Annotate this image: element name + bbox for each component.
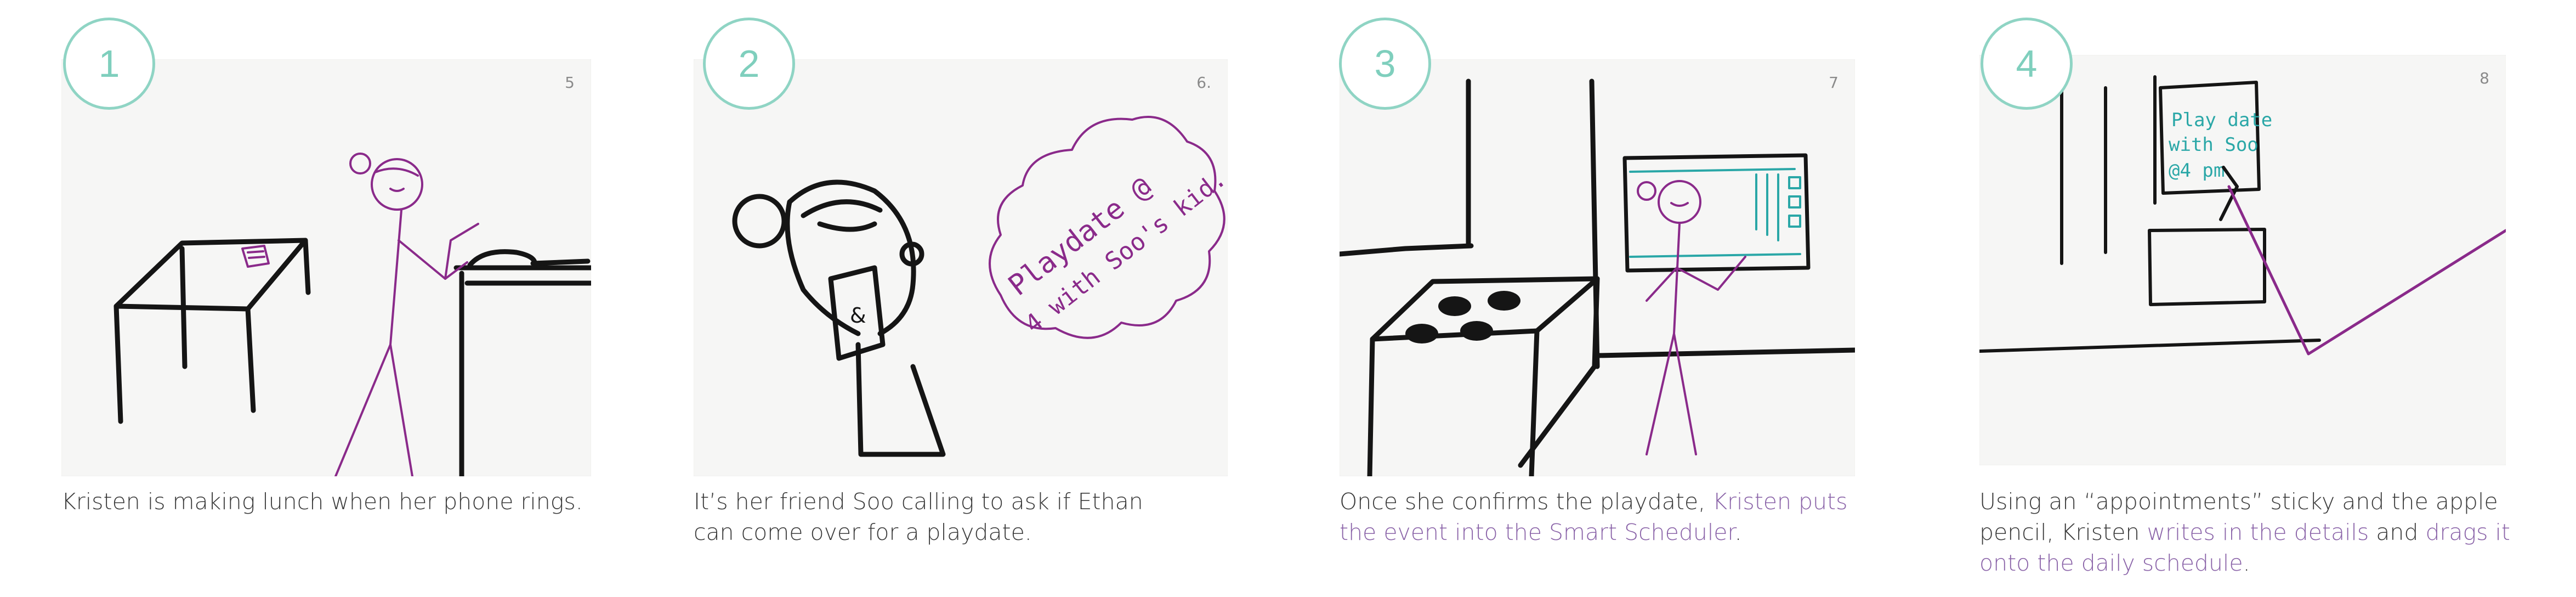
page-mark: 5 — [565, 74, 575, 92]
phone-mark: & — [850, 303, 866, 328]
sticky-line-2: with Soo — [2169, 134, 2259, 156]
page-mark: 6. — [1196, 74, 1211, 92]
storyboard-panel-3: 7 3 Once she confirms the playdate, Kris… — [1308, 0, 1856, 597]
panel-caption: Using an “appointments” sticky and the a… — [1979, 486, 2561, 578]
sticky-line-1: Play date — [2171, 109, 2272, 131]
caption-text: Kristen is making lunch when her phone r… — [61, 488, 583, 515]
step-number-badge: 2 — [703, 18, 795, 110]
caption-text: Once she confirms the playdate, — [1340, 488, 1713, 515]
sketch-sticky-note-drag: Play date with Soo @4 pm — [1979, 75, 2506, 356]
storyboard-panel-2: Playdate @ 4 with Soo's kid. & 6. 2 It’s… — [672, 0, 1228, 597]
caption-end: . — [1734, 519, 1742, 545]
storyboard-panel-4: Play date with Soo @4 pm 8 4 Using an “a… — [1949, 0, 2510, 597]
step-number-badge: 3 — [1339, 18, 1431, 110]
caption-middle: and — [2369, 519, 2426, 545]
step-number-badge: 4 — [1981, 18, 2073, 110]
step-number-badge: 1 — [63, 18, 155, 110]
caption-text: It’s her friend Soo calling to ask if Et… — [694, 488, 1143, 545]
sketch-photo-4: Play date with Soo @4 pm 8 — [1979, 55, 2506, 465]
panel-caption: Once she confirms the playdate, Kristen … — [1340, 486, 1888, 548]
caption-highlight-1: writes in the details — [2147, 519, 2369, 545]
panel-caption: Kristen is making lunch when her phone r… — [61, 486, 615, 517]
sticky-line-3: @4 pm — [2169, 160, 2225, 182]
page-mark: 7 — [1829, 74, 1839, 92]
sketch-photo-2: Playdate @ 4 with Soo's kid. & 6. — [694, 59, 1228, 476]
sketch-photo-3: 7 — [1340, 59, 1855, 476]
sketch-kitchen-lunch — [114, 153, 591, 476]
sketch-phone-call: Playdate @ 4 with Soo's kid. & — [732, 116, 1228, 457]
sketch-photo-1: 5 — [61, 59, 591, 476]
sketch-smart-scheduler — [1340, 78, 1855, 476]
storyboard-panel-1: 5 1 Kristen is making lunch when her pho… — [33, 0, 591, 597]
panel-caption: It’s her friend Soo calling to ask if Et… — [694, 486, 1187, 548]
page-mark: 8 — [2479, 69, 2489, 87]
caption-end: . — [2243, 550, 2250, 576]
